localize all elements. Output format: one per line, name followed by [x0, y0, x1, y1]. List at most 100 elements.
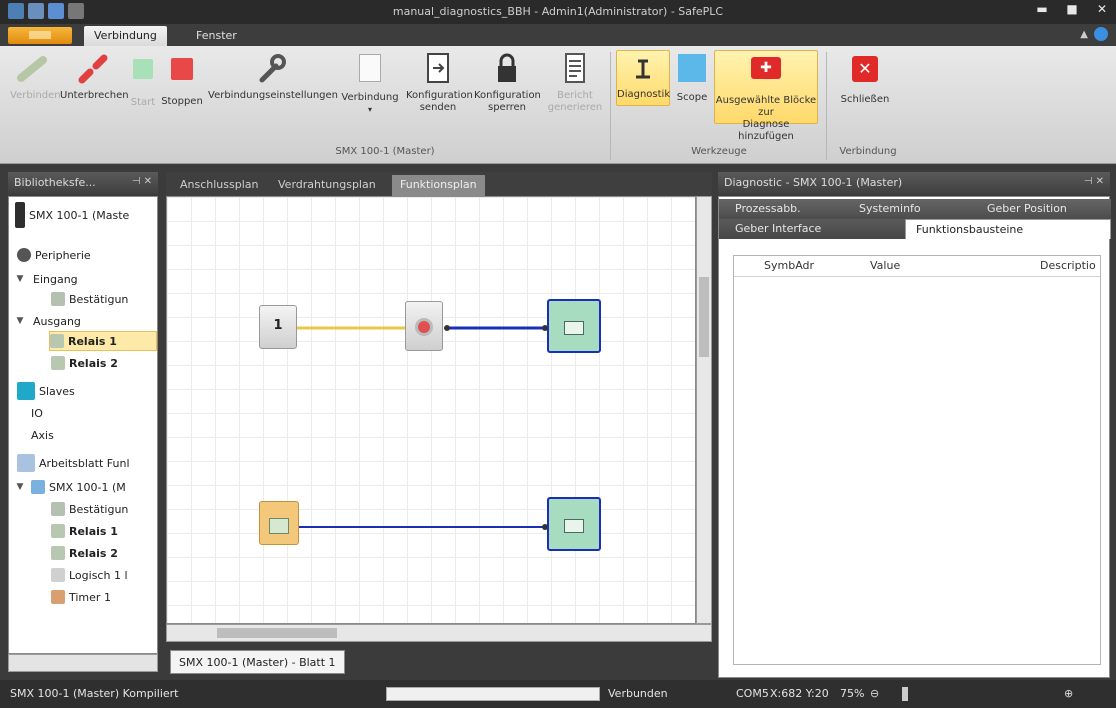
tab-geber-interface[interactable]: Geber Interface [735, 222, 821, 235]
verbindung-dropdown-button[interactable]: Verbindung ▾ [338, 52, 402, 116]
column-value[interactable]: Value [870, 259, 900, 272]
input-icon [269, 518, 289, 534]
help-icon[interactable] [1094, 27, 1108, 41]
tree-label: Eingang [33, 272, 78, 286]
tree-label: Axis [31, 428, 54, 442]
tab-funktionsplan[interactable]: Funktionsplan [392, 175, 485, 196]
function-plan-canvas[interactable]: 1 [166, 196, 696, 624]
ribbon-tab-bar: Verbindung Fenster ▲ [0, 24, 1116, 46]
tree-item-eingang[interactable]: ▼ Eingang [13, 269, 78, 289]
canvas-vertical-scrollbar[interactable] [696, 196, 712, 624]
tree-item-smx-instance[interactable]: ▼ SMX 100-1 (M [13, 477, 126, 497]
pin-close-icon[interactable]: ⊣ ✕ [1084, 176, 1104, 187]
diagnostic-tab-row-1: Prozessabb. Systeminfo Geber Position [719, 199, 1111, 219]
tree-item-relais-1-instance[interactable]: Relais 1 [51, 521, 118, 541]
ribbon-collapse-icon[interactable]: ▲ [1080, 29, 1088, 40]
tree-item-io[interactable]: IO [31, 403, 43, 423]
ribbon-group-main: SMX 100-1 (Master) [335, 146, 435, 157]
tree-item-relais-1[interactable]: Relais 1 [49, 331, 157, 351]
tab-verdrahtungsplan[interactable]: Verdrahtungsplan [270, 175, 384, 196]
add-selected-blocks-diagnosis-button[interactable]: ✚ Ausgewählte Blöcke zur Diagnose hinzufü… [714, 50, 818, 142]
zoom-in-icon[interactable]: ⊕ [1064, 687, 1073, 700]
tab-anschlussplan[interactable]: Anschlussplan [172, 175, 267, 196]
scope-button[interactable]: Scope [672, 52, 712, 104]
zoom-slider-handle[interactable] [902, 687, 908, 701]
library-tree: SMX 100-1 (Maste Peripherie ▼ Eingang Be… [8, 196, 158, 654]
relay-1-block[interactable] [547, 299, 601, 353]
tree-item-arbeitsblatt[interactable]: Arbeitsblatt Funl [17, 453, 130, 473]
device-instance-icon [31, 480, 45, 494]
tree-item-device[interactable]: SMX 100-1 (Maste [15, 202, 129, 228]
input-icon [51, 292, 65, 306]
unterbrechen-button[interactable]: Unterbrechen [60, 52, 129, 102]
diagnostik-button[interactable]: Diagnostik [616, 50, 670, 106]
ribbon-group-verbindung: Verbindung [839, 146, 897, 157]
verbindungseinstellungen-button[interactable]: Verbindungseinstellungen [208, 52, 338, 102]
tab-systeminfo[interactable]: Systeminfo [859, 202, 921, 215]
relay-icon [51, 524, 65, 538]
chevron-down-icon[interactable]: ▼ [13, 482, 27, 492]
diagnostic-grid[interactable]: SymbAdr Value Descriptio [733, 255, 1101, 665]
diagnostic-panel-header: Diagnostic - SMX 100-1 (Master) ⊣ ✕ [718, 172, 1110, 194]
ribbon: Verbinden Unterbrechen Start Stoppen Ver… [0, 46, 1116, 164]
zoom-icon[interactable]: ⊖ [870, 687, 879, 700]
diagnostic-panel: Prozessabb. Systeminfo Geber Position Ge… [718, 196, 1111, 678]
tree-label: Slaves [39, 384, 75, 398]
tree-label: Bestätigun [69, 292, 129, 306]
tab-geber-position[interactable]: Geber Position [987, 202, 1067, 215]
chevron-down-icon[interactable]: ▼ [13, 274, 27, 284]
tree-item-relais-2-instance[interactable]: Relais 2 [51, 543, 118, 563]
konfiguration-senden-button[interactable]: Konfiguration senden [406, 52, 473, 114]
bericht-generieren-button[interactable]: Bericht generieren [546, 52, 604, 114]
tree-label: SMX 100-1 (M [49, 480, 126, 494]
chevron-down-icon[interactable]: ▼ [13, 316, 27, 326]
canvas-horizontal-scrollbar[interactable] [166, 624, 712, 642]
verbinden-button[interactable]: Verbinden [10, 52, 61, 102]
wiring-layer [274, 325, 548, 530]
start-button[interactable]: Start [128, 52, 158, 109]
logic-block[interactable]: 1 [259, 305, 297, 349]
timer-block[interactable] [405, 301, 443, 351]
timer-icon [415, 318, 433, 336]
timer-icon [51, 590, 65, 604]
tab-verbindung[interactable]: Verbindung [84, 26, 167, 46]
status-zoom: 75% [840, 687, 865, 700]
library-horizontal-scrollbar[interactable] [8, 654, 158, 672]
tree-label: Relais 1 [69, 524, 118, 538]
maximize-icon[interactable]: ■ [1064, 2, 1080, 16]
tree-item-axis[interactable]: Axis [31, 425, 54, 445]
minimize-icon[interactable]: ▬ [1034, 2, 1050, 16]
tab-fenster[interactable]: Fenster [186, 26, 247, 46]
title-bar: manual_diagnostics_BBH - Admin1(Administ… [0, 0, 1116, 24]
ribbon-group-werkzeuge: Werkzeuge [691, 146, 747, 157]
tab-prozessabb[interactable]: Prozessabb. [735, 202, 801, 215]
progress-bar [386, 687, 600, 701]
tree-item-timer[interactable]: Timer 1 [51, 587, 111, 607]
tree-item-bestaetigung-2[interactable]: Bestätigun [51, 499, 128, 519]
tree-item-relais-2[interactable]: Relais 2 [51, 353, 118, 373]
tree-item-peripherie[interactable]: Peripherie [17, 245, 91, 265]
tree-item-bestaetigung[interactable]: Bestätigun [51, 289, 128, 309]
diagnostic-tab-row-2: Geber Interface Funktionsbausteine [719, 219, 1111, 239]
device-icon [15, 202, 25, 228]
pin-close-icon[interactable]: ⊣ ✕ [132, 176, 152, 187]
column-description[interactable]: Descriptio [1040, 259, 1096, 272]
stoppen-button[interactable]: Stoppen [158, 52, 206, 108]
tree-item-slaves[interactable]: Slaves [17, 381, 75, 401]
sheet-tab[interactable]: SMX 100-1 (Master) - Blatt 1 [170, 650, 345, 674]
close-icon[interactable]: ✕ [1094, 2, 1110, 16]
schliessen-button[interactable]: ✕ Schließen [836, 52, 894, 106]
tab-funktionsbausteine[interactable]: Funktionsbausteine [905, 219, 1111, 239]
relay-icon [50, 334, 64, 348]
tree-item-ausgang[interactable]: ▼ Ausgang [13, 311, 81, 331]
input-confirm-block[interactable] [259, 501, 299, 545]
relay-2-block[interactable] [547, 497, 601, 551]
file-button[interactable] [8, 27, 72, 44]
column-symbadr[interactable]: SymbAdr [764, 259, 814, 272]
tree-label: Relais 2 [69, 546, 118, 560]
tree-item-logisch[interactable]: Logisch 1 l [51, 565, 128, 585]
tree-label: Arbeitsblatt Funl [39, 456, 130, 470]
konfiguration-sperren-button[interactable]: Konfiguration sperren [474, 52, 541, 114]
tree-label: Bestätigun [69, 502, 129, 516]
logic-icon [51, 568, 65, 582]
